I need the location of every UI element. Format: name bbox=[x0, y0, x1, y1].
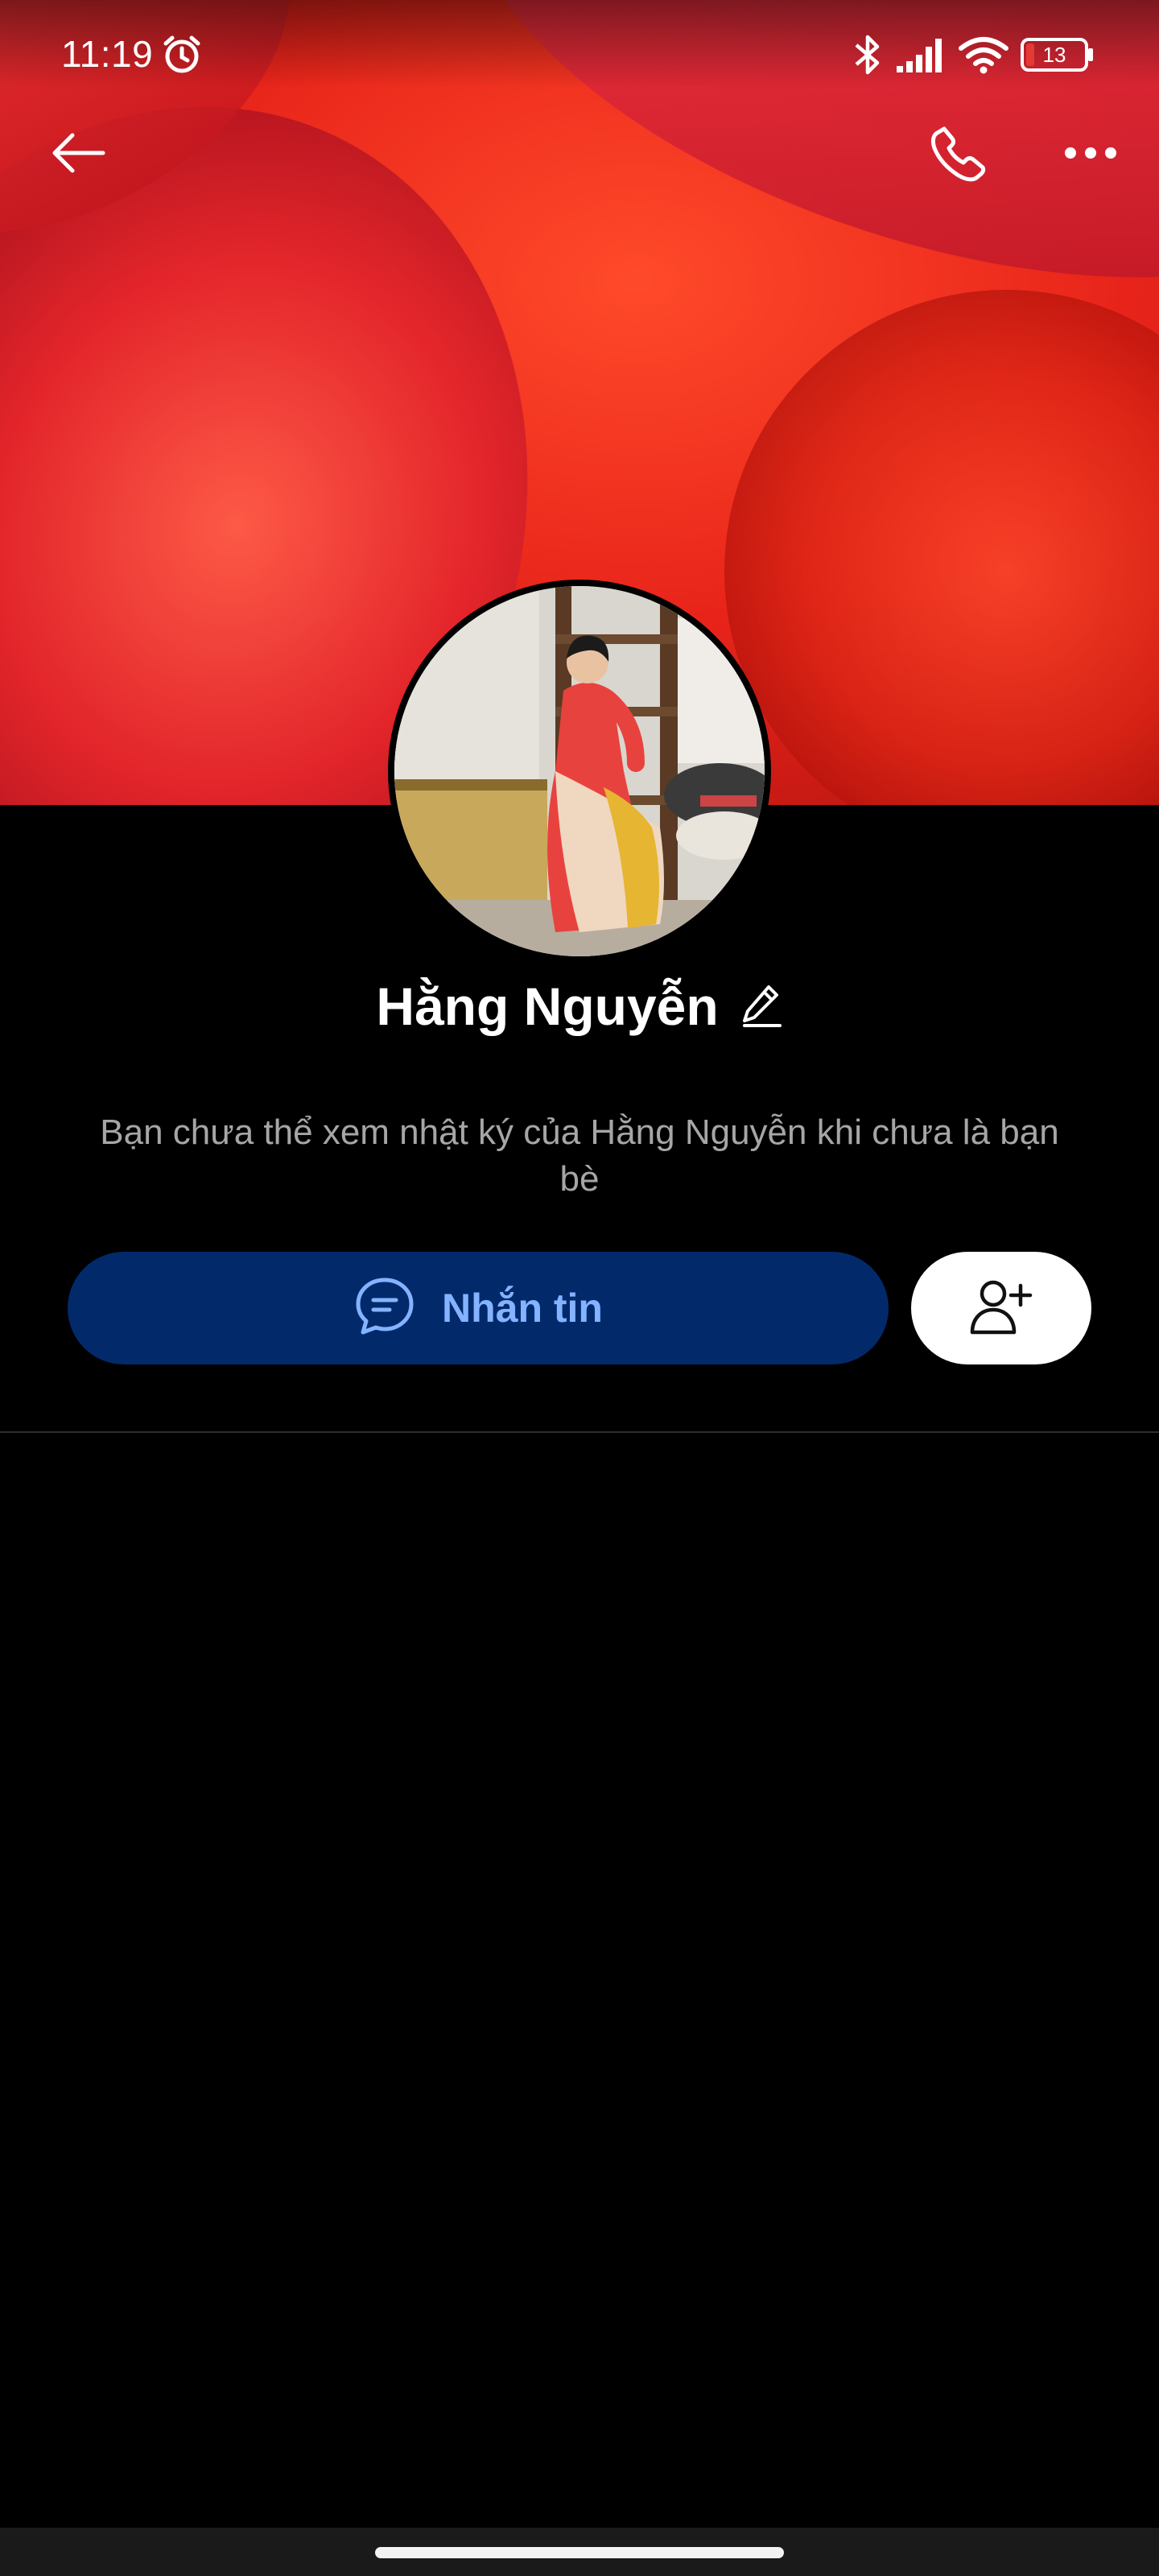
signal-icon bbox=[895, 37, 945, 78]
avatar[interactable] bbox=[394, 586, 765, 956]
bluetooth-icon bbox=[853, 32, 882, 81]
more-horizontal-icon bbox=[1062, 145, 1119, 165]
back-arrow-icon bbox=[50, 130, 106, 180]
phone-icon bbox=[930, 124, 988, 186]
alarm-icon bbox=[161, 34, 203, 80]
call-button[interactable] bbox=[914, 110, 1003, 199]
privacy-notice: Bạn chưa thể xem nhật ký của Hằng Nguyễn… bbox=[100, 1113, 1059, 1199]
battery-icon: 13 bbox=[1021, 37, 1095, 76]
wifi-icon bbox=[958, 35, 1009, 78]
back-button[interactable] bbox=[34, 110, 122, 199]
message-button-label: Nhắn tin bbox=[442, 1286, 603, 1331]
status-bar: 11:19 13 bbox=[0, 0, 1159, 113]
cover-petal bbox=[724, 290, 1159, 805]
message-button[interactable]: Nhắn tin bbox=[68, 1252, 889, 1364]
add-user-icon bbox=[969, 1278, 1033, 1340]
pencil-icon[interactable] bbox=[741, 982, 783, 1031]
profile-name-row: Hằng Nguyễn bbox=[0, 970, 1159, 1042]
status-time: 11:19 bbox=[61, 33, 154, 75]
profile-name: Hằng Nguyễn bbox=[376, 976, 719, 1036]
add-friend-button[interactable] bbox=[911, 1252, 1091, 1364]
avatar-frame[interactable] bbox=[388, 580, 771, 963]
home-indicator[interactable] bbox=[375, 2547, 784, 2558]
more-options-button[interactable] bbox=[1046, 110, 1135, 199]
chat-bubble-icon bbox=[353, 1275, 416, 1342]
section-divider bbox=[0, 1431, 1159, 1433]
battery-level: 13 bbox=[1042, 43, 1066, 67]
